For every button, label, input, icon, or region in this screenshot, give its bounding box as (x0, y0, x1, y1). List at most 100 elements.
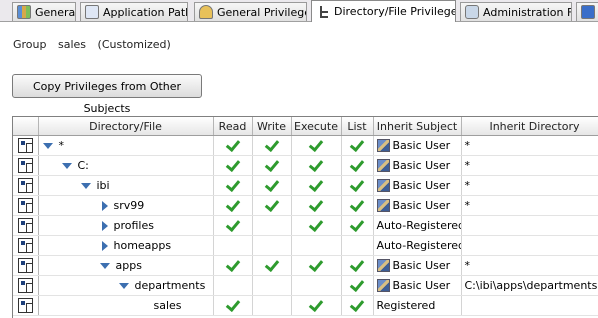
row-handle[interactable] (13, 235, 39, 256)
column-header-read[interactable]: Read (213, 117, 253, 136)
write-cell[interactable] (252, 195, 292, 216)
list-cell[interactable] (341, 175, 374, 196)
write-cell[interactable] (252, 155, 292, 176)
row-handle[interactable] (13, 135, 39, 156)
read-cell[interactable] (213, 295, 253, 316)
privileges-edit-icon[interactable] (17, 298, 33, 313)
write-cell[interactable] (252, 235, 292, 256)
write-cell[interactable] (252, 275, 292, 296)
inherit-subject-text: Registered (376, 299, 436, 312)
inherit-subject-cell: Basic User (373, 175, 462, 196)
row-handle[interactable] (13, 175, 39, 196)
collapse-arrow-icon[interactable] (42, 142, 53, 149)
table-row[interactable]: * Basic User * (13, 135, 598, 156)
table-row[interactable]: srv99 Basic User * (13, 195, 598, 216)
copy-privileges-button[interactable]: Copy Privileges from Other Subjects (12, 74, 202, 115)
expand-arrow-icon[interactable] (101, 200, 108, 211)
inherit-directory-cell: * (461, 135, 598, 156)
inherit-directory-cell: * (461, 195, 598, 216)
inherit-directory-cell (461, 215, 598, 236)
execute-cell[interactable] (291, 275, 342, 296)
read-cell[interactable] (213, 275, 253, 296)
collapse-arrow-icon[interactable] (99, 262, 110, 269)
collapse-arrow-icon[interactable] (80, 182, 91, 189)
execute-cell[interactable] (291, 295, 342, 316)
column-header-inherit-subject[interactable]: Inherit Subject (373, 117, 462, 136)
execute-cell[interactable] (291, 215, 342, 236)
tab-bar: General Application Path General Privile… (0, 0, 598, 22)
list-cell[interactable] (341, 295, 374, 316)
row-handle[interactable] (13, 295, 39, 316)
column-header-list[interactable]: List (341, 117, 374, 136)
execute-cell[interactable] (291, 155, 342, 176)
tab-overflow[interactable] (576, 2, 598, 21)
tab-label: General Privileges (217, 5, 307, 19)
execute-cell[interactable] (291, 235, 342, 256)
column-header-inherit-directory[interactable]: Inherit Directory (461, 117, 598, 136)
write-cell[interactable] (252, 255, 292, 276)
table-row[interactable]: profiles Auto-Registered (13, 215, 598, 236)
column-header-write[interactable]: Write (252, 117, 292, 136)
tab-general-privileges[interactable]: General Privileges (194, 2, 307, 21)
read-cell[interactable] (213, 255, 253, 276)
list-cell[interactable] (341, 235, 374, 256)
execute-cell[interactable] (291, 135, 342, 156)
privileges-edit-icon[interactable] (17, 258, 33, 273)
table-row[interactable]: homeapps Auto-Registered (13, 235, 598, 256)
inherit-subject-cell: Basic User (373, 135, 462, 156)
collapse-arrow-icon[interactable] (118, 282, 129, 289)
table-row[interactable]: departments Basic User C:\ibi\apps\departm… (13, 275, 598, 296)
write-cell[interactable] (252, 295, 292, 316)
expand-arrow-icon[interactable] (101, 220, 108, 231)
execute-cell[interactable] (291, 255, 342, 276)
read-cell[interactable] (213, 235, 253, 256)
inherit-subject-cell: Basic User (373, 255, 462, 276)
column-header-directory[interactable]: Directory/File (38, 117, 214, 136)
expand-arrow-icon[interactable] (101, 240, 108, 251)
table-row[interactable]: C: Basic User * (13, 155, 598, 176)
directory-name: sales (153, 299, 182, 312)
read-cell[interactable] (213, 215, 253, 236)
tab-administration-file[interactable]: Administration File (460, 2, 572, 21)
privileges-edit-icon[interactable] (17, 238, 33, 253)
write-cell[interactable] (252, 215, 292, 236)
execute-cell[interactable] (291, 175, 342, 196)
privileges-edit-icon[interactable] (17, 198, 33, 213)
list-cell[interactable] (341, 195, 374, 216)
tab-label: Administration File (483, 5, 572, 19)
list-cell[interactable] (341, 275, 374, 296)
list-cell[interactable] (341, 255, 374, 276)
tab-application-path[interactable]: Application Path (80, 2, 188, 21)
privileges-edit-icon[interactable] (17, 138, 33, 153)
write-cell[interactable] (252, 135, 292, 156)
privileges-edit-icon[interactable] (17, 278, 33, 293)
read-cell[interactable] (213, 175, 253, 196)
read-cell[interactable] (213, 195, 253, 216)
write-cell[interactable] (252, 175, 292, 196)
row-handle[interactable] (13, 195, 39, 216)
list-cell[interactable] (341, 155, 374, 176)
tab-directory-file-privileges[interactable]: Directory/File Privileges (311, 0, 456, 22)
table-row[interactable]: apps Basic User * (13, 255, 598, 276)
list-cell[interactable] (341, 135, 374, 156)
privileges-edit-icon[interactable] (17, 218, 33, 233)
checkmark-icon (349, 296, 365, 313)
table-row[interactable]: ibi Basic User * (13, 175, 598, 196)
read-cell[interactable] (213, 135, 253, 156)
tab-general[interactable]: General (12, 2, 76, 21)
row-handle[interactable] (13, 155, 39, 176)
checkmark-icon (349, 136, 365, 153)
inherit-directory-cell: * (461, 175, 598, 196)
table-row[interactable]: sales Registered (13, 295, 598, 316)
execute-cell[interactable] (291, 195, 342, 216)
privileges-edit-icon[interactable] (17, 158, 33, 173)
read-cell[interactable] (213, 155, 253, 176)
row-handle[interactable] (13, 255, 39, 276)
row-handle[interactable] (13, 215, 39, 236)
collapse-arrow-icon[interactable] (61, 162, 72, 169)
privileges-edit-icon[interactable] (17, 178, 33, 193)
inherit-directory-cell: * (461, 255, 598, 276)
column-header-execute[interactable]: Execute (291, 117, 342, 136)
list-cell[interactable] (341, 215, 374, 236)
row-handle[interactable] (13, 275, 39, 296)
